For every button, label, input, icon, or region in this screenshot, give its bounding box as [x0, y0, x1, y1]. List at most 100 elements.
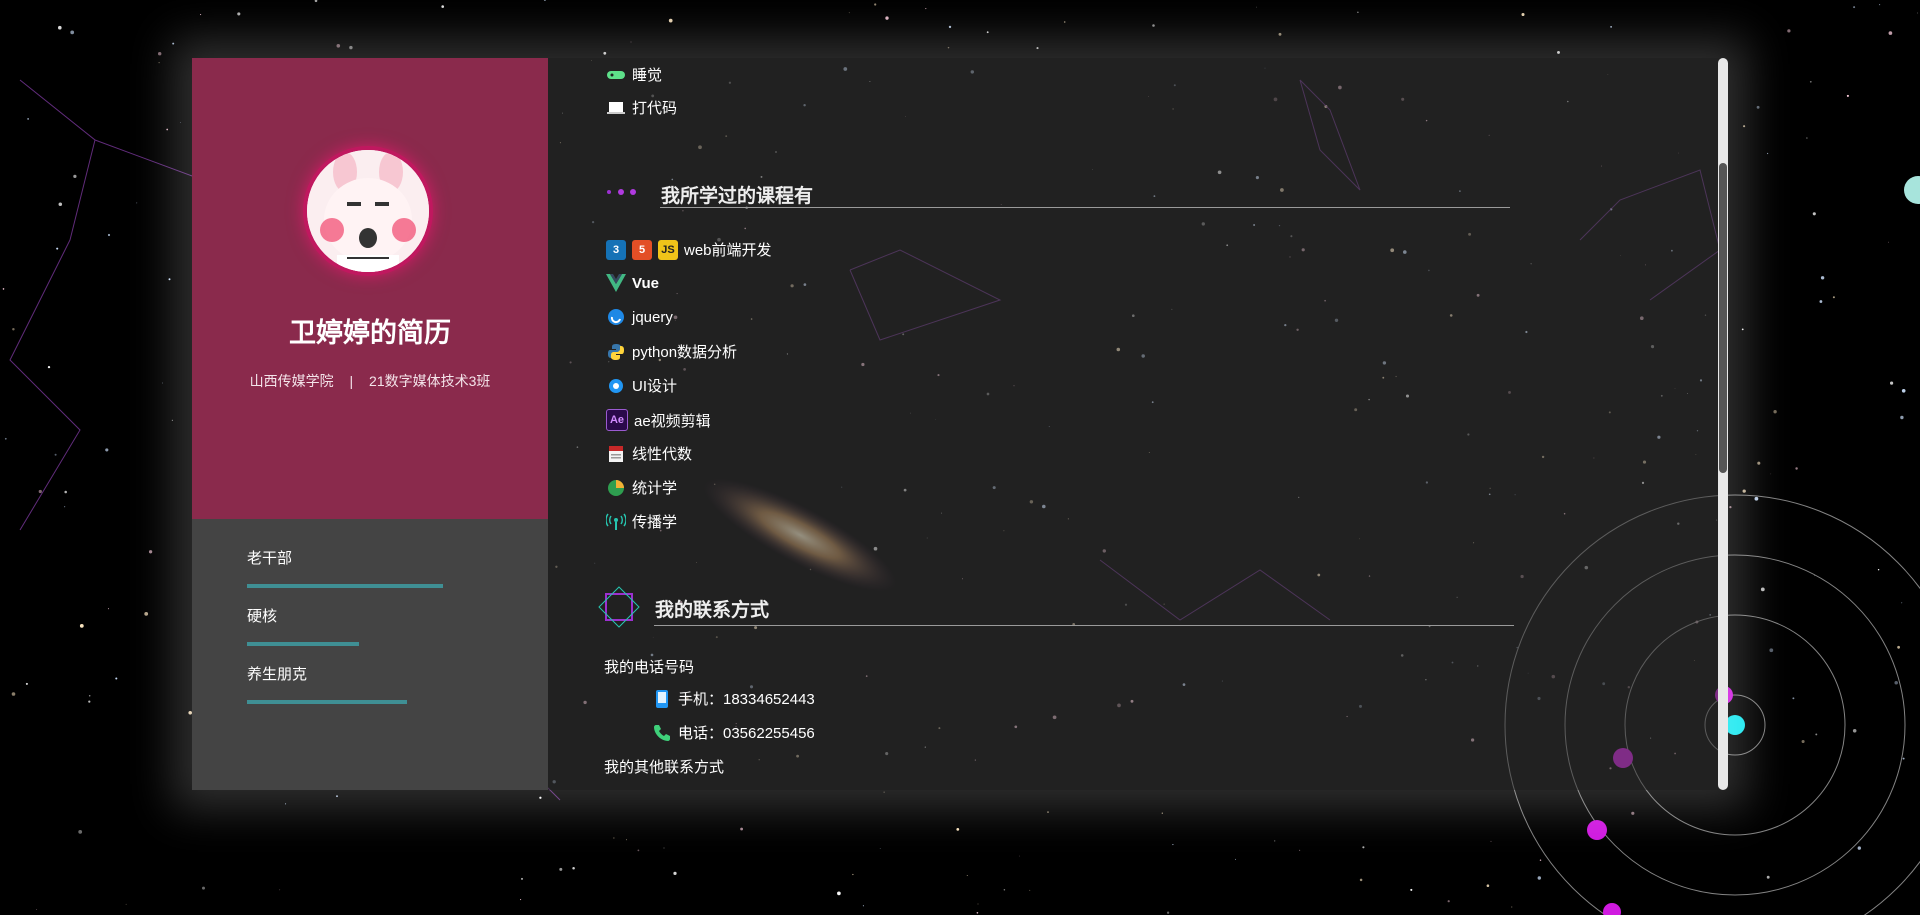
star: [1511, 906, 1513, 908]
phone-heading: 我的电话号码: [604, 659, 695, 676]
star: [1486, 884, 1490, 887]
star: [1766, 875, 1770, 879]
star: [1490, 840, 1492, 842]
course-label: Vue: [632, 274, 659, 292]
star: [1894, 681, 1898, 685]
course-item: UI设计: [606, 375, 677, 396]
scrollbar-thumb[interactable]: [1719, 163, 1727, 473]
gamepad-icon: [606, 65, 626, 85]
star: [157, 51, 162, 56]
star: [1795, 467, 1798, 470]
star: [38, 489, 42, 494]
course-label: 线性代数: [632, 446, 693, 463]
diamond-icon: [598, 586, 640, 628]
star: [668, 18, 673, 23]
star: [1447, 900, 1450, 903]
star: [47, 365, 51, 369]
star: [1362, 846, 1365, 849]
star: [1767, 152, 1769, 155]
star: [2, 288, 5, 290]
pie-chart-icon: [606, 478, 626, 498]
vue-icon: [606, 273, 626, 293]
class-name: 21数字媒体技术3班: [369, 373, 491, 389]
star: [1877, 569, 1880, 571]
star: [314, 0, 318, 3]
star: [1278, 32, 1282, 36]
star: [88, 694, 91, 697]
star: [543, 0, 546, 2]
star: [1812, 212, 1816, 216]
star: [673, 871, 677, 876]
star: [1063, 21, 1066, 23]
star: [1846, 94, 1849, 97]
course-label: jquery: [632, 308, 673, 326]
star: [1172, 844, 1174, 846]
star: [625, 839, 628, 841]
course-item: python数据分析: [606, 341, 737, 362]
js-icon: JS: [658, 239, 678, 260]
star: [1299, 849, 1301, 852]
star: [180, 122, 181, 123]
star: [88, 700, 91, 703]
star: [1743, 125, 1746, 128]
telephone-icon: [652, 723, 672, 743]
star: [105, 448, 109, 452]
jquery-icon: [606, 307, 626, 327]
star: [1773, 410, 1777, 414]
star: [1521, 12, 1525, 17]
star: [1152, 24, 1155, 27]
star: [1036, 47, 1039, 50]
ui-icon: [606, 376, 626, 396]
star: [144, 612, 149, 616]
star: [1274, 840, 1276, 842]
mobile-number[interactable]: 手机：18334652443: [678, 688, 815, 709]
star: [883, 791, 885, 793]
tag-label: 养生朋克: [247, 666, 308, 683]
book-icon: [606, 444, 626, 464]
divider: [654, 625, 1514, 626]
star: [603, 51, 607, 55]
course-label: 传播学: [632, 514, 678, 531]
star: [874, 3, 877, 6]
star: [148, 550, 153, 554]
html5-icon: 5: [632, 239, 652, 260]
star: [966, 874, 968, 877]
course-label: ae视频剪辑: [634, 412, 711, 430]
star: [947, 46, 950, 49]
star: [848, 12, 850, 14]
telephone-row: 电话：03562255456: [652, 722, 815, 743]
star: [1890, 381, 1894, 385]
star: [1757, 461, 1761, 465]
phone-icon: [652, 689, 672, 709]
contact-title: 我的联系方式: [655, 600, 770, 621]
star: [107, 233, 111, 237]
star: [349, 45, 353, 50]
star: [879, 848, 881, 849]
right-panel: 睡觉 打代码 我所学过的课程有 3 5 JS web前端开发 Vue jquer…: [548, 58, 1728, 790]
star: [107, 608, 110, 610]
star: [56, 247, 59, 250]
star: [1901, 602, 1903, 604]
star: [948, 25, 952, 29]
star: [1166, 911, 1170, 914]
telephone-number[interactable]: 电话：03562255456: [678, 722, 815, 743]
star: [520, 877, 524, 880]
course-label: python数据分析: [632, 344, 738, 361]
star: [1359, 878, 1363, 882]
course-item: Vue: [606, 273, 659, 293]
star: [1852, 729, 1857, 733]
star: [4, 437, 7, 440]
star: [1792, 697, 1795, 700]
star: [1610, 26, 1612, 28]
star: [1857, 846, 1861, 850]
star: [1537, 876, 1542, 880]
star: [1806, 137, 1808, 139]
star: [1820, 276, 1825, 280]
star: [1888, 31, 1893, 35]
star: [1631, 811, 1635, 815]
star: [1234, 858, 1236, 860]
star: [166, 128, 169, 131]
star: [539, 796, 542, 799]
star: [27, 118, 29, 120]
star: [1901, 388, 1906, 393]
